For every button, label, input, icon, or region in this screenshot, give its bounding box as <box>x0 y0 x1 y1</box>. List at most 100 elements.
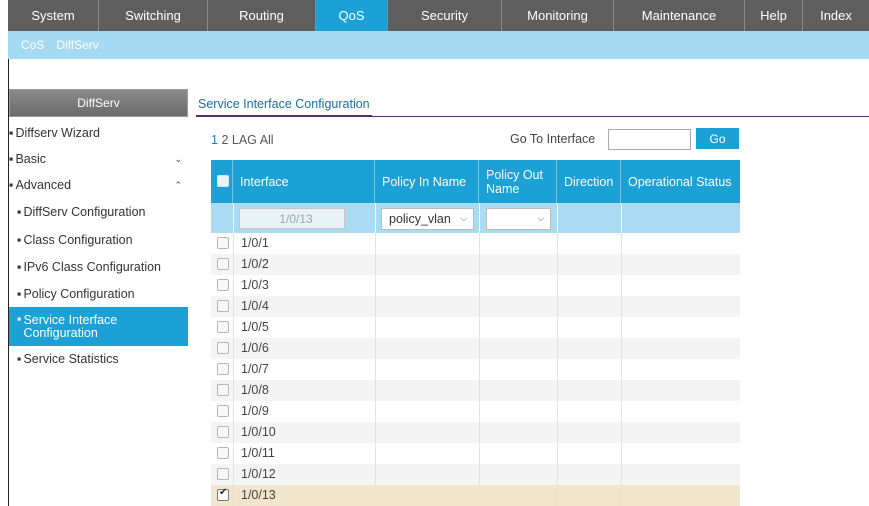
policy-in-select[interactable]: policy_vlan ⌵ <box>381 208 474 230</box>
row-checkbox[interactable] <box>217 487 229 501</box>
column-divider <box>557 338 558 359</box>
go-button[interactable]: Go <box>696 128 739 149</box>
row-interface-label: 1/0/9 <box>241 404 269 418</box>
sidebar-item-diffserv-configuration[interactable]: ▪ DiffServ Configuration <box>9 204 188 220</box>
row-checkbox[interactable] <box>217 468 229 480</box>
table-row[interactable]: 1/0/6 <box>211 338 740 359</box>
table-header: Interface Policy In Name Policy Out Name… <box>211 160 740 203</box>
row-checkbox[interactable] <box>217 321 229 333</box>
row-checkbox[interactable] <box>217 363 229 375</box>
nav-tab-maintenance[interactable]: Maintenance <box>614 0 745 31</box>
column-divider <box>557 359 558 380</box>
table-row[interactable]: 1/0/5 <box>211 317 740 338</box>
chevron-down-icon[interactable]: ⌄ <box>174 154 182 165</box>
row-checkbox[interactable] <box>217 405 229 417</box>
column-divider <box>557 254 558 275</box>
row-checkbox[interactable] <box>217 237 229 249</box>
column-header-policy-out-name[interactable]: Policy Out Name <box>479 160 557 203</box>
column-divider <box>479 338 480 359</box>
sidebar-item-label: Service Interface Configuration <box>23 312 118 340</box>
column-divider <box>621 296 622 317</box>
column-divider <box>479 359 480 380</box>
sidebar-item-diffserv-wizard[interactable]: ▪ Diffserv Wizard <box>9 125 188 141</box>
goto-interface-input[interactable] <box>608 129 691 150</box>
row-checkbox[interactable] <box>217 300 229 312</box>
subnav-item-diffserv[interactable]: DiffServ <box>56 38 98 52</box>
sidebar-item-service-statistics[interactable]: ▪ Service Statistics <box>9 351 188 367</box>
row-checkbox[interactable] <box>217 426 229 438</box>
select-all-checkbox[interactable] <box>217 175 229 187</box>
column-divider <box>479 380 480 401</box>
table-row[interactable]: 1/0/10 <box>211 422 740 443</box>
column-divider <box>621 317 622 338</box>
nav-tab-help[interactable]: Help <box>745 0 803 31</box>
column-divider <box>375 380 376 401</box>
sidebar-item-advanced[interactable]: ▪ Advanced ⌃ <box>9 177 188 193</box>
column-divider <box>621 443 622 464</box>
bullet-icon: ▪ <box>9 152 14 166</box>
column-divider <box>233 485 234 506</box>
column-divider <box>233 443 234 464</box>
nav-tab-system[interactable]: System <box>8 0 99 31</box>
sidebar-item-class-configuration[interactable]: ▪ Class Configuration <box>9 232 188 248</box>
table-row[interactable]: 1/0/12 <box>211 464 740 485</box>
page-link-1[interactable]: 1 <box>211 133 218 147</box>
row-checkbox[interactable] <box>217 258 229 270</box>
sidebar-item-ipv6-class-configuration[interactable]: ▪ IPv6 Class Configuration <box>9 259 188 275</box>
nav-tab-monitoring[interactable]: Monitoring <box>502 0 614 31</box>
row-interface-label: 1/0/2 <box>241 257 269 271</box>
row-interface-label: 1/0/10 <box>241 425 276 439</box>
table-row[interactable]: 1/0/7 <box>211 359 740 380</box>
column-divider <box>557 464 558 485</box>
sidebar-item-label: DiffServ Configuration <box>23 205 146 219</box>
sidebar-item-basic[interactable]: ▪ Basic ⌄ <box>9 151 188 167</box>
row-interface-label: 1/0/7 <box>241 362 269 376</box>
nav-tab-qos[interactable]: QoS <box>316 0 388 31</box>
nav-tab-routing[interactable]: Routing <box>208 0 316 31</box>
nav-tab-switching[interactable]: Switching <box>99 0 208 31</box>
sub-navigation: CoS DiffServ <box>8 31 869 59</box>
pager: 1 2 LAG All <box>211 133 274 147</box>
column-divider <box>375 254 376 275</box>
page-link-all[interactable]: All <box>260 133 274 147</box>
table-row[interactable]: 1/0/2 <box>211 254 740 275</box>
column-divider <box>233 422 234 443</box>
column-header-interface[interactable]: Interface <box>233 160 375 203</box>
row-checkbox[interactable] <box>217 384 229 396</box>
column-divider <box>233 296 234 317</box>
table-row[interactable]: 1/0/1 <box>211 233 740 254</box>
sidebar-item-label: Basic <box>15 152 47 166</box>
nav-tab-label: Maintenance <box>641 8 717 23</box>
nav-tab-index[interactable]: Index <box>803 0 869 31</box>
table-row[interactable]: 1/0/3 <box>211 275 740 296</box>
column-divider <box>557 443 558 464</box>
column-divider <box>621 359 622 380</box>
nav-tab-security[interactable]: Security <box>388 0 502 31</box>
page-link-2[interactable]: 2 <box>221 133 228 147</box>
table-row[interactable]: 1/0/4 <box>211 296 740 317</box>
sidebar-item-service-interface-configuration[interactable]: ▪ Service Interface Configuration <box>9 307 188 346</box>
bullet-icon: ▪ <box>17 287 22 301</box>
row-interface-label: 1/0/12 <box>241 467 276 481</box>
bullet-icon: ▪ <box>9 126 14 140</box>
chevron-up-icon[interactable]: ⌃ <box>174 180 182 191</box>
table-row[interactable]: 1/0/8 <box>211 380 740 401</box>
bullet-icon: ▪ <box>17 260 22 274</box>
table-row[interactable]: 1/0/9 <box>211 401 740 422</box>
column-divider <box>233 401 234 422</box>
row-checkbox[interactable] <box>217 447 229 459</box>
policy-out-select[interactable]: ⌵ <box>486 208 551 230</box>
subnav-item-cos[interactable]: CoS <box>21 38 44 52</box>
column-header-policy-in-name[interactable]: Policy In Name <box>375 160 479 203</box>
interface-field[interactable]: 1/0/13 <box>239 208 345 229</box>
column-header-operational-status[interactable]: Operational Status <box>621 160 740 203</box>
page-link-lag[interactable]: LAG <box>232 133 257 147</box>
table-row[interactable]: 1/0/11 <box>211 443 740 464</box>
table-row[interactable]: 1/0/13 <box>211 485 740 506</box>
row-checkbox[interactable] <box>217 279 229 291</box>
column-divider <box>479 422 480 443</box>
column-divider <box>375 485 376 506</box>
row-checkbox[interactable] <box>217 342 229 354</box>
sidebar-item-policy-configuration[interactable]: ▪ Policy Configuration <box>9 286 188 302</box>
column-header-direction[interactable]: Direction <box>557 160 621 203</box>
